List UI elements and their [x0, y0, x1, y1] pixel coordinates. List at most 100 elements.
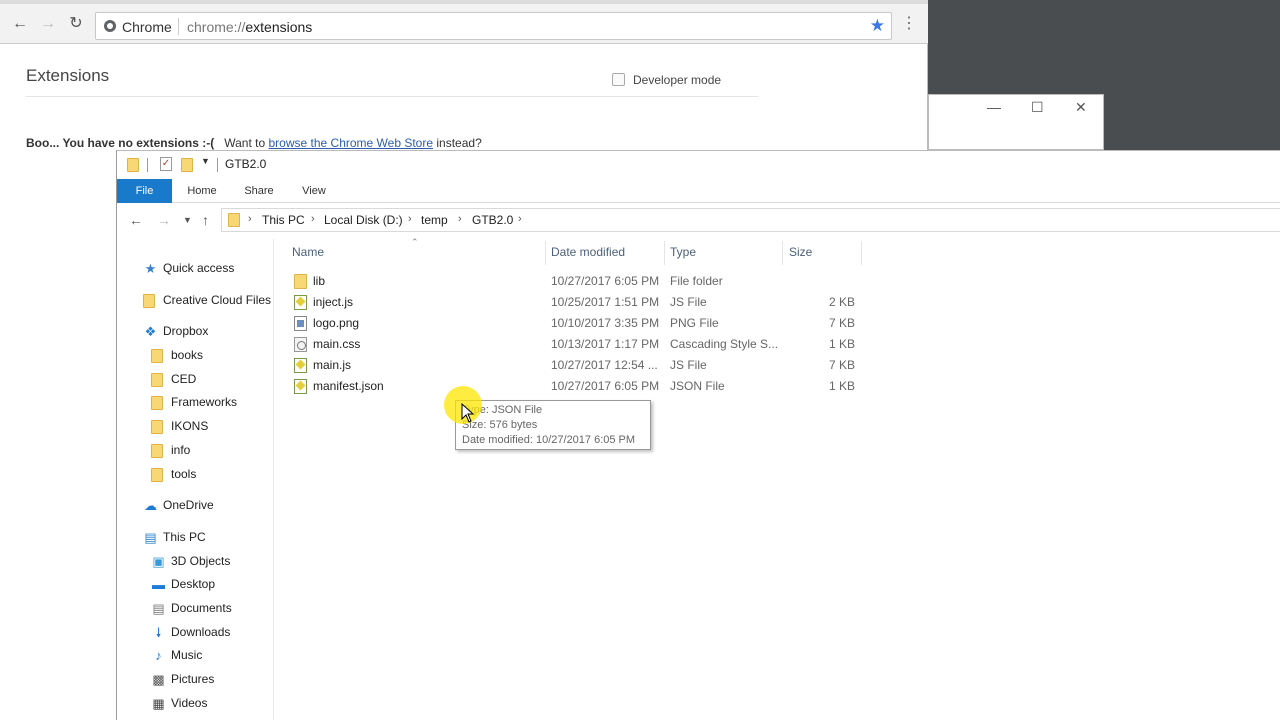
column-header-type[interactable]: Type	[670, 245, 696, 259]
js-file-icon	[294, 358, 307, 373]
file-name: lib	[313, 274, 326, 288]
download-icon: 🠗	[155, 625, 162, 640]
column-divider[interactable]	[545, 241, 546, 265]
folder-icon	[151, 444, 163, 458]
file-date-modified: 10/10/2017 3:35 PM	[551, 316, 660, 330]
tab-file[interactable]: File	[117, 179, 172, 203]
column-header-date-modified[interactable]: Date modified	[551, 245, 625, 259]
back-arrow-icon[interactable]: ←	[129, 212, 143, 228]
chevron-right-icon[interactable]: ›	[518, 213, 522, 225]
breadcrumb-this-pc[interactable]: This PC	[262, 213, 305, 227]
chevron-right-icon[interactable]: ›	[311, 213, 315, 225]
nav-item-label: info	[171, 443, 191, 457]
nav-item-label: Desktop	[171, 577, 216, 591]
want-to-text: Want to	[224, 136, 266, 150]
chevron-right-icon[interactable]: ›	[248, 213, 252, 225]
forward-arrow-icon[interactable]: →	[38, 14, 58, 34]
file-name: main.js	[313, 358, 352, 372]
tab-view[interactable]: View	[291, 179, 337, 203]
nav-item-label: CED	[171, 372, 197, 386]
file-type: JS File	[670, 295, 707, 309]
chevron-right-icon[interactable]: ›	[458, 213, 462, 225]
column-divider[interactable]	[861, 241, 862, 265]
chevron-right-icon[interactable]: ›	[408, 213, 412, 225]
pictures-icon: ▩	[152, 672, 165, 687]
chrome-toolbar: ← → ↻ Chrome chrome://extensions ★ ⋮	[0, 4, 928, 44]
js-file-icon	[294, 295, 307, 310]
nav-item-label: Documents	[171, 601, 232, 615]
folder-icon	[151, 349, 163, 363]
page-title: Extensions	[26, 66, 110, 85]
file-size: 7 KB	[828, 316, 855, 330]
file-type: JSON File	[670, 379, 725, 393]
chrome-menu-icon[interactable]: ⋮	[900, 14, 918, 34]
folder-icon	[143, 294, 155, 308]
file-date-modified: 10/25/2017 1:51 PM	[551, 295, 660, 309]
reload-icon[interactable]: ↻	[66, 14, 86, 34]
column-divider[interactable]	[664, 241, 665, 265]
mouse-pointer-icon	[461, 403, 475, 423]
properties-icon[interactable]: ✓	[160, 157, 172, 171]
maximize-icon[interactable]: ☐	[1031, 99, 1044, 116]
nav-item-label: tools	[171, 467, 197, 481]
column-header-name[interactable]: Name	[292, 245, 324, 259]
file-explorer-window: ✓ ▼ GTB2.0 File Home Share View ← → ▼ ↑ …	[116, 150, 1280, 720]
dropbox-icon: ❖	[144, 324, 157, 339]
web-store-link[interactable]: browse the Chrome Web Store	[269, 136, 434, 150]
minimize-icon[interactable]: —	[987, 99, 1001, 115]
developer-mode-checkbox[interactable]	[612, 73, 625, 86]
toolbar-separator	[147, 158, 148, 172]
star-icon: ★	[144, 261, 157, 276]
recent-locations-icon[interactable]: ▼	[183, 215, 192, 225]
close-icon[interactable]: ✕	[1075, 99, 1087, 116]
breadcrumb-local-disk[interactable]: Local Disk (D:)	[324, 213, 403, 227]
folder-icon	[151, 396, 163, 410]
cloud-icon: ☁	[144, 498, 157, 513]
file-row[interactable]: lib 10/27/2017 6:05 PM File folder	[275, 271, 1035, 292]
documents-icon: ▤	[152, 601, 165, 616]
back-arrow-icon[interactable]: ←	[10, 14, 30, 34]
file-row[interactable]: inject.js 10/25/2017 1:51 PM JS File 2 K…	[275, 292, 1035, 313]
address-bar[interactable]: › This PC › Local Disk (D:) › temp › GTB…	[221, 208, 1280, 232]
file-date-modified: 10/13/2017 1:17 PM	[551, 337, 660, 351]
up-arrow-icon[interactable]: ↑	[202, 212, 209, 228]
file-size: 7 KB	[828, 358, 855, 372]
json-file-icon	[294, 379, 307, 394]
file-type: Cascading Style S...	[670, 337, 779, 351]
file-type: JS File	[670, 358, 707, 372]
instead-text: instead?	[436, 136, 482, 150]
file-date-modified: 10/27/2017 6:05 PM	[551, 274, 660, 288]
sort-ascending-icon: ⌃	[411, 237, 419, 247]
no-extensions-text: Boo... You have no extensions :-(	[26, 136, 215, 150]
tab-share[interactable]: Share	[235, 179, 283, 203]
forward-arrow-icon[interactable]: →	[157, 212, 171, 228]
developer-mode-label: Developer mode	[633, 73, 722, 87]
nav-item-label: IKONS	[171, 419, 209, 433]
bookmark-star-icon[interactable]: ★	[870, 16, 885, 36]
ribbon-tabs: File Home Share View	[117, 179, 1280, 203]
file-row[interactable]: main.js 10/27/2017 12:54 ... JS File 7 K…	[275, 355, 1035, 376]
column-divider[interactable]	[782, 241, 783, 265]
column-header-size[interactable]: Size	[789, 245, 812, 259]
toolbar-separator	[217, 158, 218, 172]
url-text[interactable]: chrome://extensions	[187, 19, 312, 35]
omnibox[interactable]: Chrome chrome://extensions ★	[95, 12, 892, 40]
folder-icon	[294, 274, 307, 289]
file-row[interactable]: logo.png 10/10/2017 3:35 PM PNG File 7 K…	[275, 313, 1035, 334]
no-extensions-message: Boo... You have no extensions :-( Want to…	[26, 136, 482, 150]
nav-item-label: Creative Cloud Files	[163, 293, 272, 307]
new-folder-icon[interactable]	[181, 158, 193, 172]
file-row[interactable]: manifest.json 10/27/2017 6:05 PM JSON Fi…	[275, 376, 1035, 397]
computer-icon: ▤	[144, 530, 157, 545]
nav-item-label: Dropbox	[163, 324, 209, 338]
videos-icon: ▦	[152, 696, 165, 711]
file-row[interactable]: main.css 10/13/2017 1:17 PM Cascading St…	[275, 334, 1035, 355]
file-date-modified: 10/27/2017 12:54 ...	[551, 358, 658, 372]
nav-item-label: Quick access	[163, 261, 235, 275]
breadcrumb-temp[interactable]: temp	[421, 213, 448, 227]
customize-toolbar-icon[interactable]: ▼	[201, 156, 210, 166]
css-file-icon	[294, 337, 307, 352]
breadcrumb-gtb2[interactable]: GTB2.0	[472, 213, 513, 227]
cube-icon: ▣	[152, 554, 165, 569]
tab-home[interactable]: Home	[177, 179, 227, 203]
